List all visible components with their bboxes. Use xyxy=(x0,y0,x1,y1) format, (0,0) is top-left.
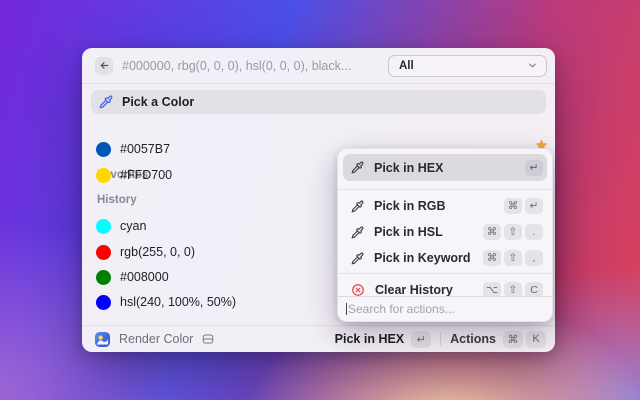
raycast-window: All Pick a Color Favorites #0057B7 #FFD7… xyxy=(82,48,555,352)
color-swatch xyxy=(96,270,111,285)
pick-a-color-label: Pick a Color xyxy=(122,95,194,109)
history-color-item[interactable]: cyan xyxy=(91,215,331,237)
color-swatch xyxy=(96,295,111,310)
k-key-badge: K xyxy=(526,331,546,348)
return-key-badge: ↵ xyxy=(411,331,431,348)
shift-key-badge: ⇧ xyxy=(504,224,522,240)
history-color-item[interactable]: rgb(255, 0, 0) xyxy=(91,241,331,263)
cmd-key-badge: ⌘ xyxy=(503,331,523,348)
filter-dropdown-value: All xyxy=(399,60,527,72)
period-key-badge: . xyxy=(525,224,543,240)
actions-search-input[interactable] xyxy=(348,302,544,316)
eyedropper-icon xyxy=(99,95,113,109)
color-picker-app-icon xyxy=(95,332,110,347)
color-swatch xyxy=(96,219,111,234)
arrow-left-icon xyxy=(99,60,110,71)
menu-item-label: Pick in HSL xyxy=(374,225,443,239)
back-button[interactable] xyxy=(95,57,113,75)
history-section-label: History xyxy=(97,194,137,206)
actions-search-bar xyxy=(338,296,552,321)
main-search-input[interactable] xyxy=(122,59,388,73)
menu-item-pick-in-hex[interactable]: Pick in HEX ↵ xyxy=(343,154,547,181)
search-bar: All xyxy=(82,48,555,84)
chevron-down-icon xyxy=(527,60,538,71)
command-name: Render Color xyxy=(119,332,193,346)
menu-item-pick-in-rgb[interactable]: Pick in RGB ⌘ ↵ xyxy=(343,193,547,219)
history-color-item[interactable]: hsl(240, 100%, 50%) xyxy=(91,291,331,313)
shift-key-badge: ⇧ xyxy=(504,250,522,266)
history-color-item[interactable]: #008000 xyxy=(91,266,331,288)
actions-button-label: Actions xyxy=(450,332,496,346)
filter-dropdown[interactable]: All xyxy=(388,55,547,77)
cmd-key-badge: ⌘ xyxy=(483,224,501,240)
actions-popup: Pick in HEX ↵ Pick in RGB ⌘ ↵ Pick in HS… xyxy=(337,148,553,322)
menu-item-label: Pick in Keyword xyxy=(374,251,471,265)
color-label: rgb(255, 0, 0) xyxy=(120,245,195,259)
favorite-color-item[interactable]: #0057B7 xyxy=(91,138,331,160)
color-swatch xyxy=(96,168,111,183)
actions-popup-list: Pick in HEX ↵ Pick in RGB ⌘ ↵ Pick in HS… xyxy=(338,149,552,298)
return-key-badge: ↵ xyxy=(525,198,543,214)
menu-divider xyxy=(338,189,552,190)
color-label: hsl(240, 100%, 50%) xyxy=(120,295,236,309)
actions-button[interactable]: Actions ⌘ K xyxy=(450,331,546,348)
printer-icon xyxy=(201,332,215,346)
color-label: cyan xyxy=(120,219,146,233)
color-label: #FFD700 xyxy=(120,168,172,182)
footer-divider xyxy=(440,332,441,346)
menu-item-clear-history[interactable]: Clear History ⌥ ⇧ C xyxy=(343,277,547,298)
menu-item-label: Pick in RGB xyxy=(374,199,446,213)
return-key-badge: ↵ xyxy=(525,160,543,176)
menu-item-label: Pick in HEX xyxy=(374,161,443,175)
color-label: #0057B7 xyxy=(120,142,170,156)
footer-actions: Pick in HEX ↵ Actions ⌘ K xyxy=(335,331,546,348)
color-swatch xyxy=(96,245,111,260)
menu-item-label: Clear History xyxy=(375,283,453,297)
comma-key-badge: , xyxy=(525,250,543,266)
pick-a-color-item[interactable]: Pick a Color xyxy=(91,90,546,114)
menu-divider xyxy=(338,273,552,274)
favorite-color-item[interactable]: #FFD700 xyxy=(91,164,331,186)
color-label: #008000 xyxy=(120,270,169,284)
menu-item-pick-in-hsl[interactable]: Pick in HSL ⌘ ⇧ . xyxy=(343,219,547,245)
eyedropper-icon xyxy=(351,226,364,239)
primary-action-label[interactable]: Pick in HEX xyxy=(335,332,404,346)
text-cursor xyxy=(346,303,347,315)
eyedropper-icon xyxy=(351,161,364,174)
footer-bar: Render Color Pick in HEX ↵ Actions ⌘ K xyxy=(82,325,555,352)
clear-circle-x-icon xyxy=(351,283,365,297)
cmd-key-badge: ⌘ xyxy=(483,250,501,266)
eyedropper-icon xyxy=(351,200,364,213)
cmd-key-badge: ⌘ xyxy=(504,198,522,214)
desktop-background: All Pick a Color Favorites #0057B7 #FFD7… xyxy=(0,0,640,400)
menu-item-pick-in-keyword[interactable]: Pick in Keyword ⌘ ⇧ , xyxy=(343,245,547,271)
eyedropper-icon xyxy=(351,252,364,265)
color-swatch xyxy=(96,142,111,157)
